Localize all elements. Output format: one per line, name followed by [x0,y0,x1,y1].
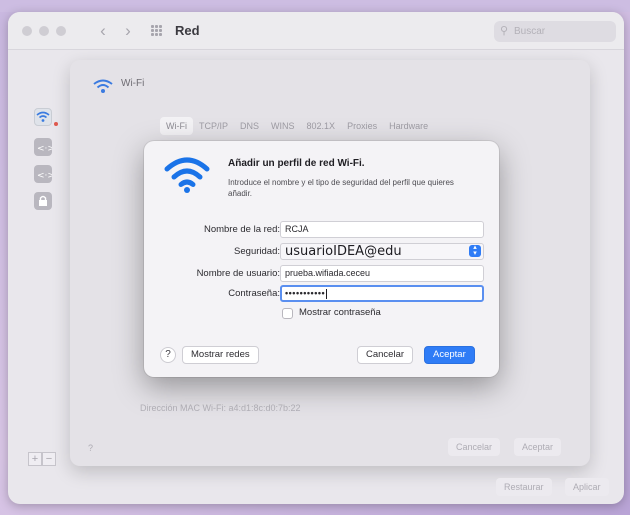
tab-tcpip[interactable]: TCP/IP [193,117,234,135]
wifi-service-icon[interactable] [34,108,52,126]
password-row: Contraseña: ••••••••••• [144,285,499,303]
add-wifi-profile-dialog: Añadir un perfil de red Wi-Fi. Introduce… [144,141,499,377]
vpn-lock-icon[interactable] [34,192,52,210]
search-icon: ⚲ [500,25,509,37]
apply-button[interactable]: Aplicar [565,478,609,496]
add-remove-controls: + − [28,452,56,466]
back-icon[interactable]: ‹ [96,21,110,41]
tab-proxies[interactable]: Proxies [341,117,383,135]
mac-address-label: Dirección MAC Wi-Fi: a4:d1:8c:d0:7b:22 [140,403,301,413]
show-password-checkbox[interactable] [282,308,293,319]
help-button[interactable]: ? [160,347,176,363]
close-window-button[interactable] [22,26,32,36]
restore-button[interactable]: Restaurar [496,478,552,496]
security-select-value: usuarioIDEA@edu [285,244,402,259]
minimize-window-button[interactable] [39,26,49,36]
security-row: Seguridad: usuarioIDEA@edu ▴ ▾ [144,243,499,261]
network-name-input[interactable]: RCJA [280,221,484,238]
wifi-icon [164,157,210,193]
sheet-cancel-button[interactable]: Cancelar [448,438,501,456]
dialog-subtitle: Introduce el nombre y el tipo de segurid… [228,178,454,198]
password-label: Contraseña: [228,288,280,299]
username-input[interactable]: prueba.wifiada.ceceu [280,265,484,282]
search-placeholder: Buscar [514,26,546,37]
sheet-tab-bar: Wi-Fi TCP/IP DNS WINS 802.1X Proxies Har… [160,117,434,135]
sheet-help-button[interactable]: ? [88,439,93,457]
add-service-button[interactable]: + [28,452,42,466]
tab-wins[interactable]: WINS [265,117,301,135]
zoom-window-button[interactable] [56,26,66,36]
text-caret [326,288,328,299]
chevron-updown-icon: ▴ ▾ [469,244,481,257]
tab-dns[interactable]: DNS [234,117,265,135]
tab-wifi[interactable]: Wi-Fi [160,117,193,135]
password-value: ••••••••••• [285,288,326,298]
wifi-icon [93,79,113,93]
forward-icon[interactable]: › [121,21,135,41]
network-name-label: Nombre de la red: [203,224,280,235]
cancel-button[interactable]: Cancelar [357,346,414,364]
username-label: Nombre de usuario: [196,268,280,279]
remove-service-button[interactable]: − [42,452,56,466]
tab-8021x[interactable]: 802.1X [301,117,342,135]
accept-button[interactable]: Aceptar [424,346,475,364]
security-select[interactable]: usuarioIDEA@edu ▴ ▾ [280,243,484,260]
network-name-row: Nombre de la red: RCJA [144,221,499,239]
ethernet-service-icon[interactable]: <·> [34,138,55,156]
sheet-accept-button[interactable]: Aceptar [514,438,562,456]
tab-hardware[interactable]: Hardware [383,117,434,135]
show-password-label: Mostrar contraseña [299,307,381,318]
svg-text:<·>: <·> [37,171,52,181]
window-title: Red [175,23,200,38]
show-networks-button[interactable]: Mostrar redes [182,346,259,364]
title-bar: ‹ › Red ⚲ Buscar [8,12,624,50]
svg-text:<·>: <·> [37,144,52,154]
show-all-grid-icon[interactable] [151,25,163,36]
desktop-background [0,0,630,12]
thunderbolt-service-icon[interactable]: <·> [34,165,55,183]
password-input[interactable]: ••••••••••• [280,285,484,302]
security-label: Seguridad: [234,246,280,257]
status-dot [54,122,58,126]
sheet-section-label: Wi-Fi [121,78,145,89]
username-row: Nombre de usuario: prueba.wifiada.ceceu [144,265,499,283]
dialog-title: Añadir un perfil de red Wi-Fi. [228,158,365,169]
search-field[interactable]: ⚲ Buscar [494,21,616,42]
